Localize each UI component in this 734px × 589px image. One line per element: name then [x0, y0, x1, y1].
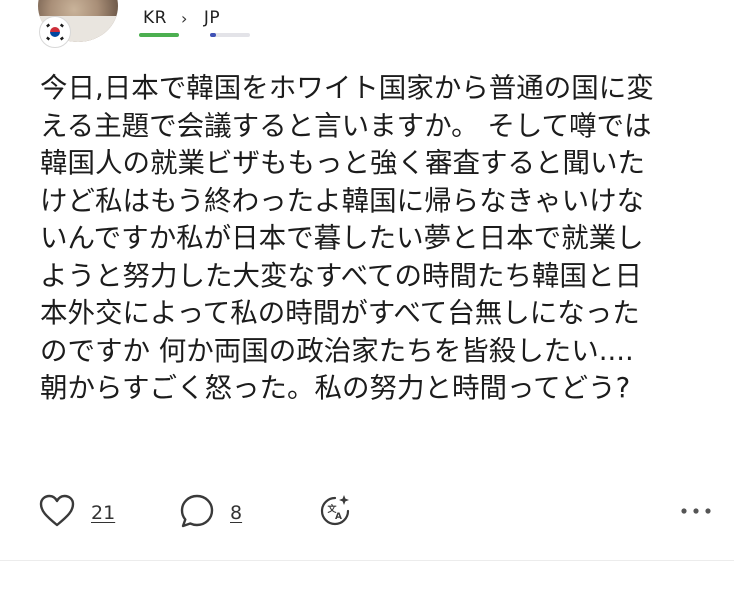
chevron-right-icon: ›	[180, 8, 188, 28]
like-button[interactable]: 21	[38, 493, 115, 533]
post-line: 朝からすごく怒った。私の努力と時間ってどう?	[40, 372, 631, 404]
post-line: 韓国人の就業ビザももっと強く審査すると聞いた	[40, 147, 645, 179]
post-line: けど私はもう終わったよ韓国に帰らなきゃいけな	[40, 184, 645, 217]
translate-icon: 文 A	[318, 493, 354, 533]
comment-bubble-icon	[179, 493, 215, 533]
source-language: KR	[143, 8, 167, 28]
post-line: 今日,日本で韓国をホワイト国家から普通の国に変	[40, 72, 654, 104]
translate-button[interactable]: 文 A	[318, 493, 354, 533]
post-line: ようと努力した大変なすべての時間たち韓国と日	[40, 259, 642, 292]
more-horizontal-icon	[678, 501, 714, 525]
divider	[0, 560, 734, 561]
post-body: 今日,日本で韓国をホワイト国家から普通の国に変 える主題で会議すると言いますか。…	[40, 70, 710, 408]
target-language-level-track	[210, 33, 250, 37]
svg-text:A: A	[335, 512, 342, 522]
heart-icon	[38, 493, 76, 533]
comment-button[interactable]: 8	[179, 493, 242, 533]
source-language-level-bar	[139, 33, 179, 37]
target-language-level-bar	[210, 33, 216, 37]
like-count[interactable]: 21	[91, 502, 115, 524]
south-korea-flag-icon	[39, 16, 71, 48]
post-line: いんですか私が日本で暮したい夢と日本で就業し	[40, 222, 644, 254]
comment-count[interactable]: 8	[230, 502, 242, 524]
language-pair: KR › JP	[143, 8, 220, 28]
target-language: JP	[203, 8, 221, 28]
post-actions: 21 8 文 A	[38, 493, 718, 533]
post-line: える主題で会議すると言いますか。 そして噂では	[40, 109, 652, 142]
post-line: のですか 何か両国の政治家たちを皆殺したい....	[40, 334, 634, 367]
more-options-button[interactable]	[678, 501, 714, 525]
post-line: 本外交によって私の時間がすべて台無しになった	[40, 297, 640, 329]
